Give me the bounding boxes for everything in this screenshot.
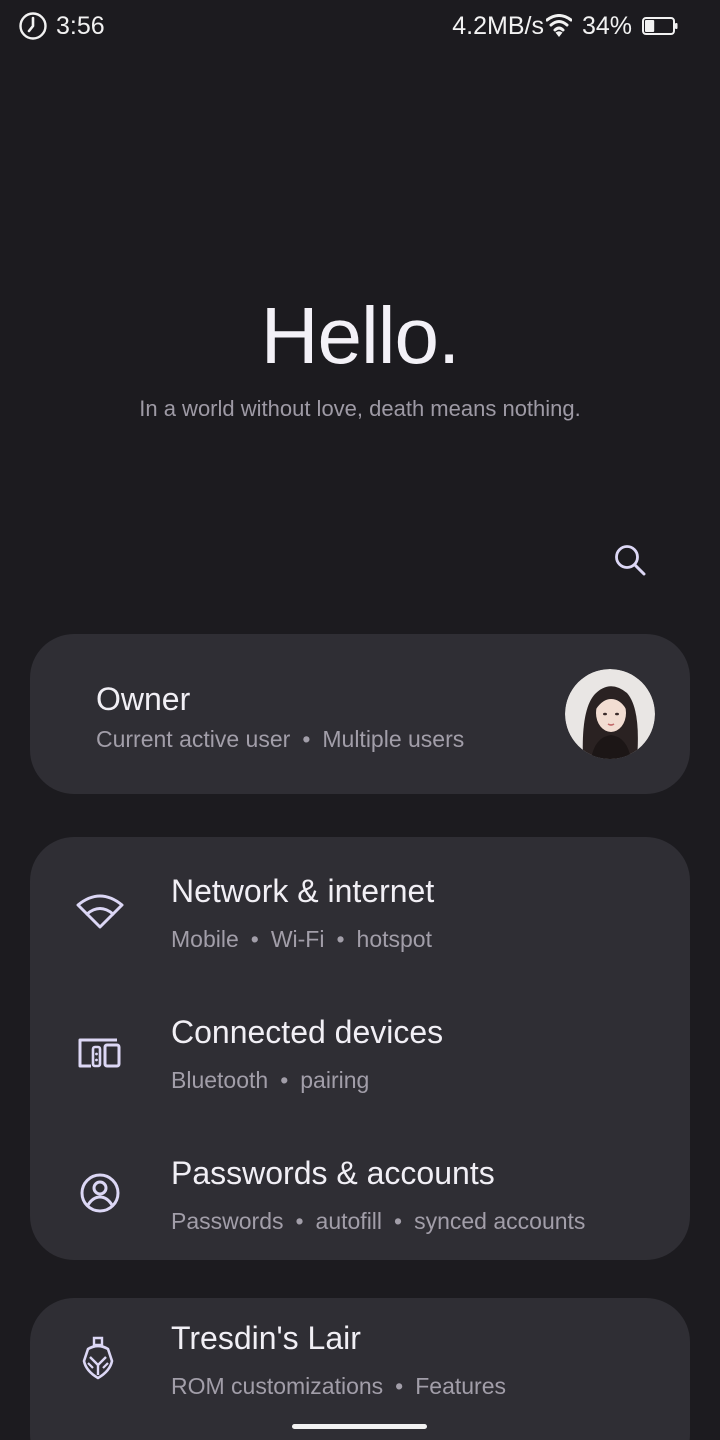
subtitle-part: hotspot	[356, 926, 432, 952]
separator-dot: •	[336, 926, 345, 952]
status-bar: 3:56 4.2MB/s 34%	[0, 0, 720, 56]
settings-item-passwords-accounts[interactable]: Passwords & accounts Passwords • autofill •…	[30, 1123, 690, 1260]
separator-dot: •	[394, 1208, 403, 1234]
subtitle-part: Bluetooth	[171, 1067, 269, 1093]
subtitle-part: Features	[415, 1373, 506, 1399]
subtitle-part: Mobile	[171, 926, 239, 952]
subtitle-part: Passwords	[171, 1208, 284, 1234]
owner-subtitle-part: Current active user	[96, 726, 291, 752]
settings-item-subtitle: ROM customizations • Features	[171, 1371, 506, 1401]
battery-percent: 34%	[581, 12, 632, 40]
settings-screen: 3:56 4.2MB/s 34% Hello. In a world witho…	[0, 0, 720, 1440]
settings-item-title: Tresdin's Lair	[171, 1320, 361, 1356]
subtitle-part: Wi-Fi	[270, 926, 325, 952]
status-bar-left: 3:56	[18, 10, 105, 42]
row-icon-container	[72, 1332, 124, 1384]
owner-subtitle: Current active user • Multiple users	[96, 724, 464, 754]
row-icon-container	[74, 1167, 126, 1219]
user-avatar[interactable]	[565, 669, 655, 759]
lair-card[interactable]: Tresdin's Lair ROM customizations • Featur…	[30, 1298, 690, 1440]
helmet-icon	[82, 1336, 114, 1380]
separator-dot: •	[302, 726, 311, 752]
network-speed: 4.2MB/s	[452, 12, 544, 40]
settings-item-title: Network & internet	[171, 873, 435, 909]
devices-icon	[78, 1038, 121, 1068]
wifi-icon	[545, 14, 572, 37]
separator-dot: •	[280, 1067, 289, 1093]
owner-card[interactable]: Owner Current active user • Multiple users	[30, 634, 690, 794]
subtitle-part: synced accounts	[414, 1208, 586, 1234]
row-icon-container	[74, 885, 126, 937]
separator-dot: •	[295, 1208, 304, 1234]
alarm-icon	[19, 12, 47, 40]
subtitle-part: autofill	[315, 1208, 383, 1234]
settings-item-subtitle: Mobile • Wi-Fi • hotspot	[171, 924, 432, 954]
greeting-tagline: In a world without love, death means not…	[139, 396, 581, 421]
settings-item-subtitle: Passwords • autofill • synced accounts	[171, 1206, 585, 1236]
greeting-title: Hello.	[260, 291, 461, 380]
settings-item-connected-devices[interactable]: Connected devices Bluetooth • pairing	[30, 982, 690, 1122]
gesture-home-bar[interactable]	[292, 1424, 427, 1429]
settings-item-network[interactable]: Network & internet Mobile • Wi-Fi • hotspot	[30, 841, 690, 981]
avatar-image	[565, 669, 655, 759]
subtitle-part: pairing	[300, 1067, 370, 1093]
wifi-icon	[76, 894, 124, 929]
row-icon-container	[74, 1026, 126, 1078]
owner-subtitle-part: Multiple users	[322, 726, 465, 752]
separator-dot: •	[395, 1373, 404, 1399]
settings-item-title: Passwords & accounts	[171, 1155, 495, 1191]
settings-item-tresdins-lair[interactable]: Tresdin's Lair ROM customizations • Featur…	[30, 1298, 690, 1428]
settings-group-card: Network & internet Mobile • Wi-Fi • hotspot …	[30, 837, 690, 1260]
status-time: 3:56	[56, 12, 105, 40]
account-circle-icon	[80, 1173, 120, 1213]
search-button[interactable]	[606, 536, 654, 584]
subtitle-part: ROM customizations	[171, 1373, 384, 1399]
separator-dot: •	[250, 926, 259, 952]
status-bar-right: 4.2MB/s 34%	[452, 10, 678, 42]
owner-title: Owner	[96, 681, 191, 717]
search-icon	[615, 545, 646, 576]
battery-icon	[642, 17, 678, 35]
settings-item-title: Connected devices	[171, 1014, 444, 1050]
settings-item-subtitle: Bluetooth • pairing	[171, 1065, 369, 1095]
